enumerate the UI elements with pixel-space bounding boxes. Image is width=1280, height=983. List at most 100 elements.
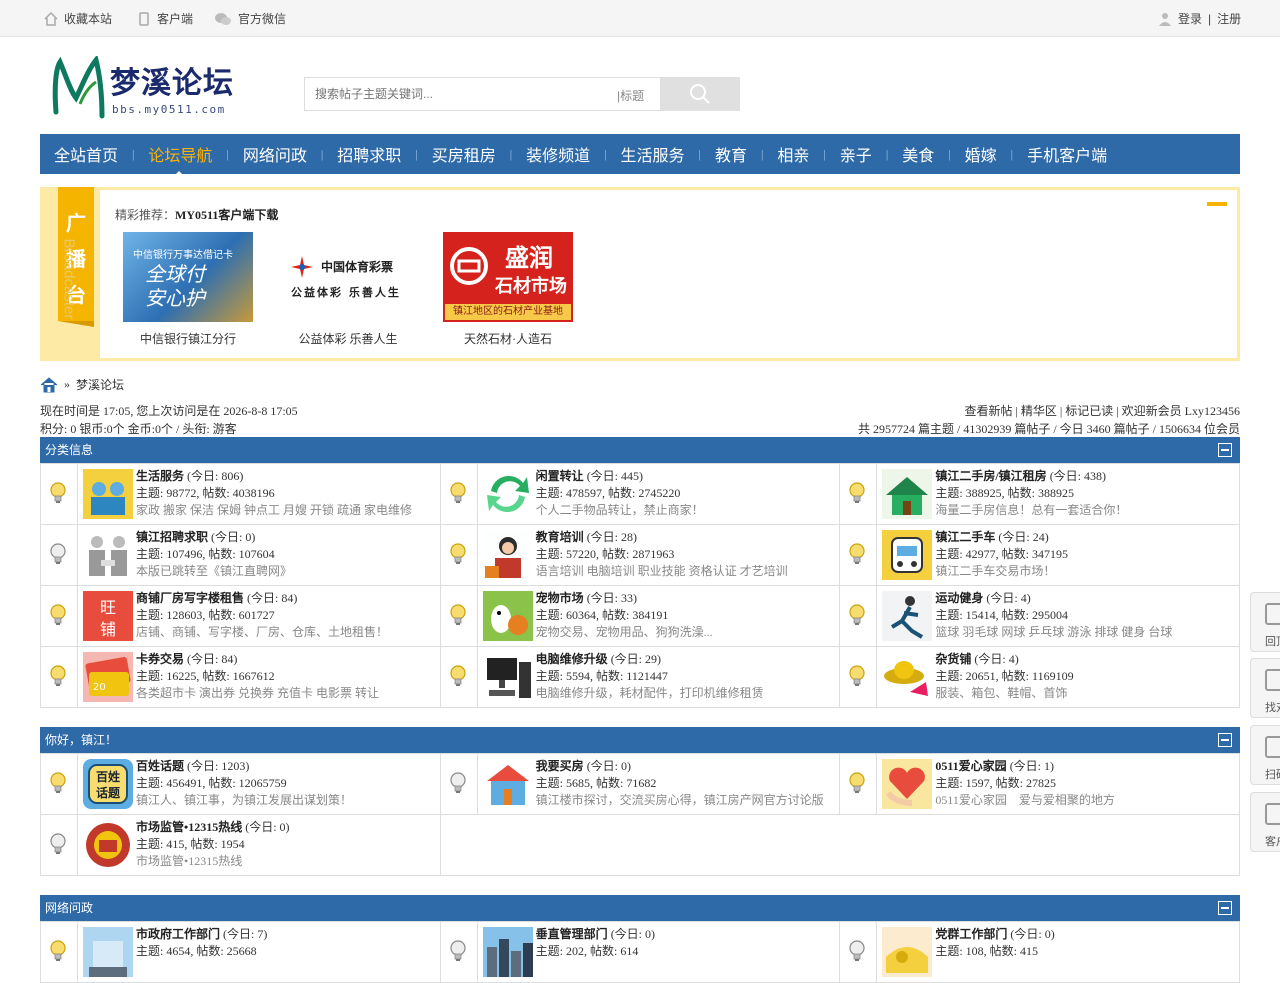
side-button[interactable]: 回顶 (1250, 592, 1280, 652)
forum-name-link[interactable]: 闲置转让 (536, 469, 584, 483)
nav-item[interactable]: 手机客户端 (1027, 142, 1107, 166)
new-posts-bulb-icon (848, 604, 866, 626)
nav-item[interactable]: 装修频道 (526, 142, 590, 166)
broadcast-title-prefix: 精彩推荐： (115, 208, 176, 222)
account-links: 登录 | 注册 (1158, 10, 1241, 27)
city-icon[interactable] (482, 927, 533, 977)
building-icon[interactable] (482, 759, 533, 809)
search-input[interactable] (305, 78, 615, 110)
forum-name-link[interactable]: 我要买房 (536, 759, 584, 773)
no-new-posts-bulb-icon (449, 772, 467, 794)
forum-name-link[interactable]: 镇江二手房/镇江租房 (935, 469, 1046, 483)
cell-divider (77, 586, 78, 646)
nav-item[interactable]: 论坛导航 (148, 142, 212, 177)
forum-stats: 主题: 42977, 帖数: 347195 (935, 547, 1069, 561)
collapse-icon[interactable] (1218, 443, 1232, 457)
forum-row: 旺铺商铺厂房写字楼租售 (今日: 84) 主题: 128603, 帖数: 6017… (41, 586, 1241, 647)
home-icon[interactable] (40, 376, 58, 393)
side-button[interactable]: 找对 (1250, 658, 1280, 718)
side-button[interactable]: 扫码 (1250, 725, 1280, 785)
nav-separator: | (132, 146, 135, 161)
forum-text: 教育培训 (今日: 28) 主题: 57220, 帖数: 2871963 语言培训 … (536, 529, 788, 580)
ad-lottery[interactable]: 中国体育彩票 公益体彩 乐善人生 公益体彩 乐善人生 (283, 232, 413, 347)
forum-today-count: (今日: 24) (998, 530, 1049, 544)
forum-cell: 教育培训 (今日: 28) 主题: 57220, 帖数: 2871963 语言培训 … (440, 525, 841, 586)
pet-icon[interactable] (482, 591, 533, 641)
forum-name-link[interactable]: 0511爱心家园 (935, 759, 1006, 773)
house-icon[interactable] (882, 469, 933, 519)
bookmark-link[interactable]: 收藏本站 (44, 10, 112, 27)
collapse-bar[interactable] (1207, 202, 1227, 206)
nav-item[interactable]: 网络问政 (243, 142, 307, 166)
top-bar: 收藏本站 客户端 官方微信 登录 | 注册 (0, 0, 1280, 37)
forum-stats: 主题: 128603, 帖数: 601727 (136, 608, 275, 622)
party-icon[interactable] (882, 927, 933, 977)
nav-item[interactable]: 招聘求职 (337, 142, 401, 166)
nav-item[interactable]: 教育 (715, 142, 747, 166)
forum-name-link[interactable]: 宠物市场 (536, 591, 584, 605)
nav-item[interactable]: 全站首页 (54, 142, 118, 166)
topic-icon[interactable]: 百姓 话题 (83, 759, 133, 809)
forum-name-link[interactable]: 教育培训 (536, 530, 584, 544)
recycle-icon[interactable] (483, 469, 533, 519)
side-button-icon (1265, 736, 1280, 758)
site-logo[interactable]: 梦溪论坛 bbs.my0511.com (50, 54, 240, 122)
login-link[interactable]: 登录 (1178, 10, 1202, 27)
forum-cell: 生活服务 (今日: 806) 主题: 98772, 帖数: 4038196 家政 搬… (41, 464, 441, 525)
nav-item[interactable]: 婚嫁 (965, 142, 997, 166)
emblem-icon[interactable] (83, 820, 133, 870)
forum-name-link[interactable]: 生活服务 (136, 469, 184, 483)
hat-icon[interactable] (882, 652, 933, 702)
forum-cell: 百姓 话题 百姓话题 (今日: 1203) 主题: 456491, 帖数: 12065… (41, 754, 441, 815)
register-link[interactable]: 注册 (1217, 10, 1241, 27)
forum-description: 电脑维修升级，耗材配件，打印机维修租赁 (535, 686, 764, 700)
card-icon[interactable]: 20 (83, 652, 133, 702)
side-button-icon (1265, 603, 1280, 625)
collapse-icon[interactable] (1218, 733, 1232, 747)
nav-item[interactable]: 亲子 (840, 142, 872, 166)
ad-citic[interactable]: 中信银行万事达借记卡 全球付 安心护 中信银行镇江分行 (123, 232, 253, 347)
forum-name-link[interactable]: 卡券交易 (136, 652, 184, 666)
forum-name-link[interactable]: 市场监管•12315热线 (136, 820, 242, 834)
nav-item[interactable]: 生活服务 (621, 142, 685, 166)
sport-icon[interactable] (882, 591, 933, 641)
client-link[interactable]: 客户端 (137, 10, 193, 27)
computer-icon[interactable] (482, 652, 533, 702)
nav-item[interactable]: 买房租房 (432, 142, 496, 166)
section-title[interactable]: 你好，镇江！ (45, 733, 117, 747)
nav-item[interactable]: 美食 (902, 142, 934, 166)
forum-name-link[interactable]: 市政府工作部门 (136, 927, 220, 941)
quick-links[interactable]: 查看新帖 | 精华区 | 标记已读 | 欢迎新会员 Lxy123456 (964, 402, 1240, 420)
forum-row: 20 卡券交易 (今日: 84) 主题: 16225, 帖数: 1667612 各类超… (41, 647, 1241, 708)
wangpu-icon[interactable]: 旺铺 (83, 591, 133, 641)
forum-name-link[interactable]: 运动健身 (935, 591, 983, 605)
heart-icon[interactable] (882, 759, 933, 809)
section-title[interactable]: 网络问政 (45, 901, 93, 915)
people-icon[interactable] (83, 469, 133, 519)
search-button[interactable] (660, 77, 740, 111)
ad-shengrun[interactable]: 盛润 石材市场 镇江地区的石材产业基地 天然石材·人造石 (443, 232, 573, 347)
broadcast-title-link[interactable]: MY0511客户端下载 (175, 208, 278, 222)
nav-separator: | (320, 146, 324, 161)
breadcrumb-current[interactable]: 梦溪论坛 (76, 376, 124, 393)
forum-name-link[interactable]: 镇江招聘求职 (136, 530, 208, 544)
forum-name-link[interactable]: 杂货铺 (935, 652, 971, 666)
search-type-select[interactable]: |标题 (617, 87, 644, 104)
section-title[interactable]: 分类信息 (45, 443, 93, 457)
forum-name-link[interactable]: 百姓话题 (136, 759, 184, 773)
ad-shengrun-caption: 天然石材·人造石 (464, 332, 552, 346)
collapse-icon[interactable] (1218, 901, 1232, 915)
car-icon[interactable] (882, 530, 933, 580)
forum-name-link[interactable]: 垂直管理部门 (536, 927, 608, 941)
forum-name-link[interactable]: 党群工作部门 (935, 927, 1007, 941)
forum-name-link[interactable]: 电脑维修升级 (536, 652, 608, 666)
teacher-icon[interactable] (482, 530, 533, 580)
wechat-link[interactable]: 官方微信 (214, 10, 286, 27)
forum-name-link[interactable]: 镇江二手车 (935, 530, 995, 544)
divider: | (1208, 11, 1212, 26)
handshake-icon[interactable] (83, 530, 133, 580)
gov-icon[interactable] (83, 927, 133, 977)
nav-item[interactable]: 相亲 (777, 142, 809, 166)
side-button[interactable]: 客户 (1250, 792, 1280, 852)
forum-name-link[interactable]: 商铺厂房写字楼租售 (136, 591, 244, 605)
